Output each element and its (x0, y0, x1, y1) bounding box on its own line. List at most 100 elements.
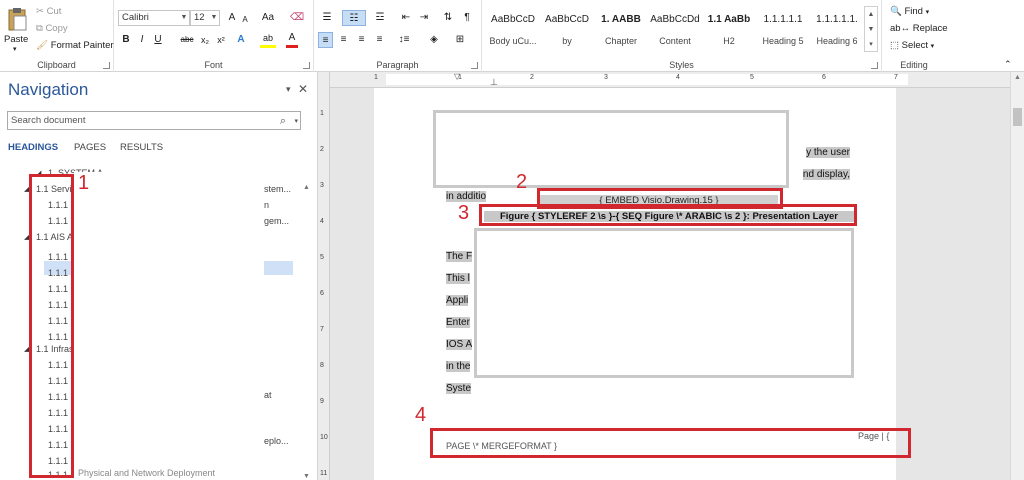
chevron-up-icon[interactable]: ▲ (303, 184, 310, 191)
copy-button[interactable]: ⧉ Copy (36, 23, 68, 35)
tab-headings[interactable]: HEADINGS (8, 142, 58, 153)
heading-tree-fragment[interactable]: at (264, 390, 272, 400)
heading-tree-fragment[interactable]: Physical and Network Deployment (78, 468, 215, 478)
superscript-button[interactable]: x² (214, 32, 228, 48)
ruler-number: 4 (676, 74, 680, 81)
change-case-button[interactable]: Aa (260, 10, 276, 26)
shading-icon[interactable]: ◈ (424, 32, 444, 48)
text-effects-button[interactable]: A (234, 32, 248, 48)
bullets-icon[interactable]: ☰ (318, 10, 336, 26)
bold-button[interactable]: B (120, 32, 132, 48)
format-painter-button[interactable]: 🖌 Format Painter (36, 40, 114, 52)
styles-scroll[interactable]: ▲ ▼ ▾ (864, 6, 878, 52)
heading-tree-fragment[interactable]: n (264, 200, 269, 210)
numbering-icon[interactable]: ☷ (342, 10, 366, 26)
vertical-ruler[interactable]: 1 2 3 4 5 6 7 8 9 10 11 (318, 72, 330, 480)
justify-icon[interactable]: ≡ (372, 32, 387, 48)
chevron-down-icon[interactable]: ▼ (303, 473, 310, 480)
decrease-indent-icon[interactable]: ⇤ (398, 10, 414, 26)
paste-button[interactable]: Paste ▾ (4, 4, 30, 53)
subscript-button[interactable]: x₂ (198, 32, 212, 48)
body-text-line[interactable]: Appli (446, 295, 469, 306)
horizontal-ruler[interactable]: 11234567 ▽ ⊥ (330, 72, 1010, 88)
shrink-font-button[interactable]: A (240, 12, 250, 28)
hanging-indent-icon[interactable]: ⊥ (490, 77, 498, 88)
style-item[interactable]: AaBbCcDd Content (648, 6, 702, 52)
tab-results[interactable]: RESULTS (120, 142, 163, 153)
pane-options-icon[interactable]: ▾ (286, 84, 291, 95)
body-text-line[interactable]: This l (446, 273, 470, 284)
grow-font-button[interactable]: A (226, 10, 238, 26)
font-group-label: Font (204, 60, 223, 70)
cut-button[interactable]: ✂ Cut (36, 6, 61, 18)
chevron-down-icon[interactable]: ▼ (179, 11, 189, 25)
style-item[interactable]: 1.1 AaBb H2 (702, 6, 756, 52)
chevron-down-icon[interactable]: ▼ (209, 11, 219, 25)
paragraph-line: Enter (446, 316, 470, 330)
font-name-combo[interactable]: Calibri ▼ (118, 10, 190, 26)
underline-button[interactable]: U (152, 32, 164, 48)
document-page[interactable]: PresentaThe presy the userinterfacend di… (374, 88, 911, 480)
scroll-thumb[interactable] (1013, 108, 1022, 126)
nav-scrollbar[interactable]: ▲ ▼ (303, 184, 315, 480)
body-text-line[interactable]: in the (446, 361, 471, 372)
borders-icon[interactable]: ⊞ (450, 32, 470, 48)
styles-launcher-icon[interactable] (871, 62, 878, 69)
paste-dropdown-icon[interactable]: ▾ (13, 44, 17, 56)
tab-pages[interactable]: PAGES (74, 142, 106, 153)
redaction-mask (74, 172, 264, 472)
heading-tree-fragment[interactable]: eplo... (264, 436, 289, 446)
style-item[interactable]: AaBbCcD by (540, 6, 594, 52)
style-name: Chapter (604, 36, 638, 46)
find-button[interactable]: 🔍 Find ▾ (890, 6, 929, 19)
ruler-number: 6 (822, 74, 826, 81)
strikethrough-button[interactable]: abc (178, 32, 196, 48)
clipboard-launcher-icon[interactable] (103, 62, 110, 69)
search-input[interactable]: Search document ⌕ ▾ (7, 111, 301, 130)
chevron-up-icon[interactable]: ▲ (1014, 74, 1021, 81)
highlight-button[interactable]: ab (260, 32, 276, 48)
replace-button[interactable]: ab↔ Replace (890, 23, 948, 35)
document-scrollbar[interactable]: ▲ (1010, 72, 1024, 480)
body-text-line[interactable]: Enter (446, 317, 470, 328)
font-color-button[interactable]: A (286, 32, 298, 48)
style-item[interactable]: 1.1.1.1.1 Heading 5 (756, 6, 810, 52)
close-icon[interactable]: ✕ (298, 82, 308, 96)
more-styles-icon[interactable]: ▾ (865, 37, 877, 52)
first-line-indent-icon[interactable]: ▽ (454, 72, 460, 81)
collapse-ribbon-icon[interactable]: ⌃ (1004, 58, 1012, 70)
font-size-combo[interactable]: 12 ▼ (190, 10, 220, 26)
search-icon[interactable]: ⌕ (280, 113, 286, 130)
style-item[interactable]: 1. AABB Chapter (594, 6, 648, 52)
multilevel-list-icon[interactable]: ☲ (370, 10, 390, 26)
paragraph-launcher-icon[interactable] (471, 62, 478, 69)
align-right-icon[interactable]: ≡ (354, 32, 369, 48)
show-marks-button[interactable]: ¶ (460, 10, 474, 26)
chevron-up-icon[interactable]: ▲ (865, 7, 877, 22)
font-name-value: Calibri (122, 12, 149, 23)
body-text-line-end[interactable]: nd display, (802, 169, 850, 180)
body-text-line-end[interactable]: y the user (806, 147, 850, 158)
italic-button[interactable]: I (136, 32, 148, 48)
increase-indent-icon[interactable]: ⇥ (416, 10, 432, 26)
body-text-line[interactable]: Syste (446, 383, 472, 394)
chevron-down-icon[interactable]: ▾ (294, 113, 298, 130)
align-center-icon[interactable]: ≡ (336, 32, 351, 48)
align-left-icon[interactable]: ≡ (318, 32, 333, 48)
body-text-line[interactable]: The F (446, 251, 473, 262)
body-text-line[interactable]: in additio (446, 191, 487, 202)
clipboard-group: Paste ▾ ✂ Cut ⧉ Copy 🖌 Format Painter Cl… (0, 0, 114, 72)
heading-tree-fragment[interactable]: stem... (264, 184, 291, 194)
sort-icon[interactable]: ⇅ (440, 10, 456, 26)
font-launcher-icon[interactable] (303, 62, 310, 69)
style-item[interactable]: 1.1.1.1.1. Heading 6 (810, 6, 864, 52)
annotation-label-3: 3 (458, 202, 470, 224)
clear-formatting-icon[interactable]: ⌫ (290, 10, 304, 26)
select-button[interactable]: ⬚ Select ▾ (890, 40, 934, 53)
chevron-down-icon[interactable]: ▼ (865, 22, 877, 37)
style-item[interactable]: AaBbCcD Body uCu... (486, 6, 540, 52)
body-text-line[interactable]: IOS A (446, 339, 473, 350)
vertical-ruler-number: 1 (320, 110, 324, 117)
line-spacing-icon[interactable]: ↕≡ (394, 32, 414, 48)
heading-tree-fragment[interactable]: gem... (264, 216, 289, 226)
